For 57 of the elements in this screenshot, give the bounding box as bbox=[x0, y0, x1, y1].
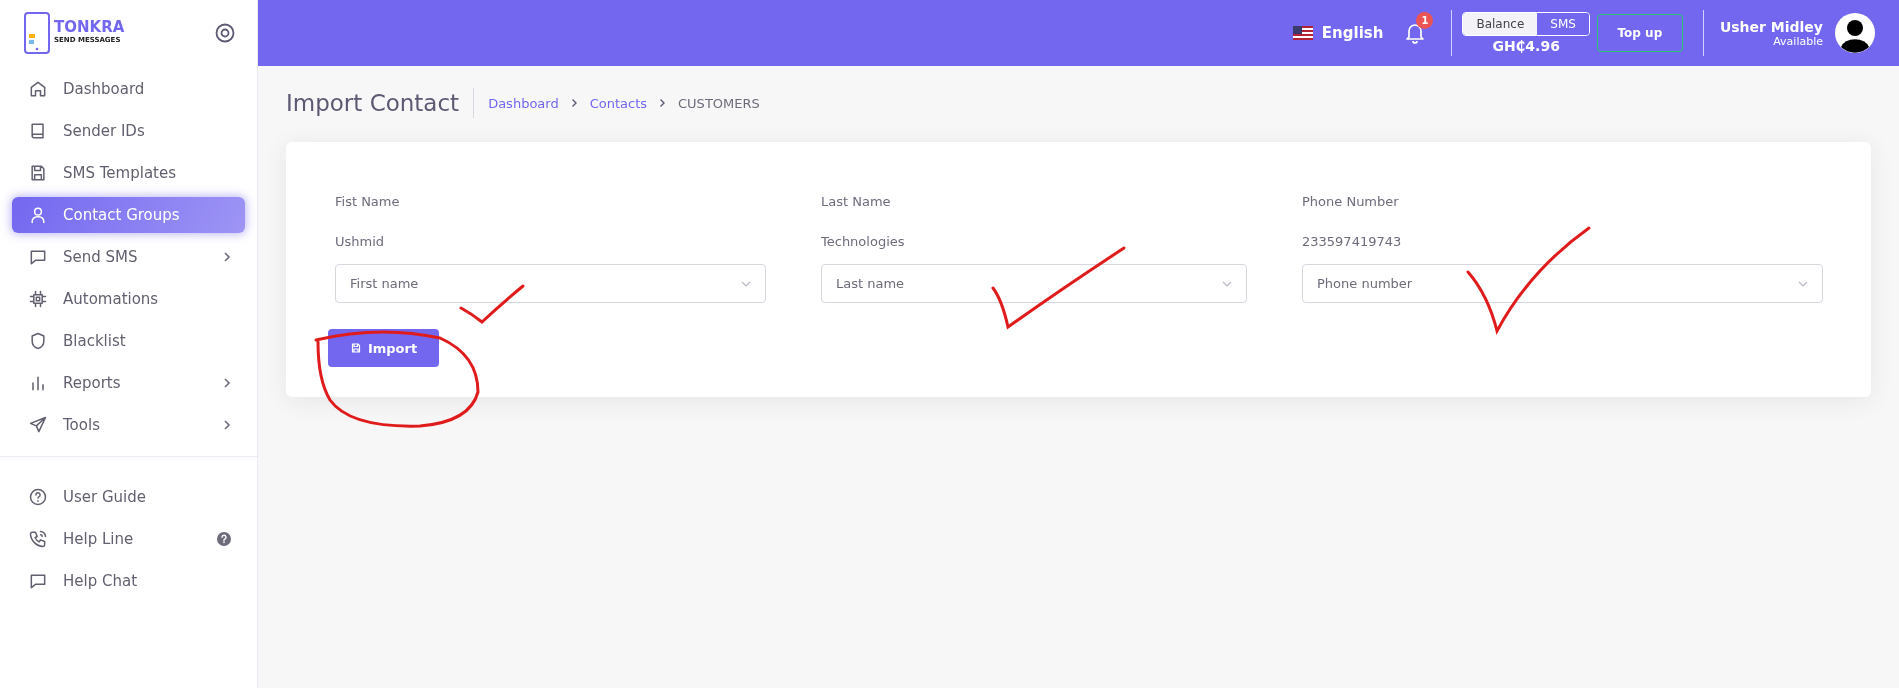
flag-icon bbox=[1292, 26, 1313, 40]
notification-badge: 1 bbox=[1416, 12, 1434, 29]
chevron-right-icon bbox=[223, 419, 231, 431]
sidebar-item[interactable]: SMS Templates bbox=[12, 155, 245, 191]
sidebar-item[interactable]: Automations bbox=[12, 281, 245, 317]
sidebar-item[interactable]: Dashboard bbox=[12, 71, 245, 107]
top-up-button[interactable]: Top up bbox=[1596, 14, 1683, 52]
column-value: Ushmid bbox=[335, 233, 386, 251]
bell-icon[interactable] bbox=[1405, 22, 1426, 44]
home-icon bbox=[28, 79, 48, 99]
sidebar-item[interactable]: Help Line bbox=[12, 521, 245, 557]
check-mark-drawing bbox=[459, 284, 525, 324]
import-button[interactable]: Import bbox=[328, 329, 439, 367]
chevron-down-icon bbox=[741, 280, 751, 287]
column-label: Fist Name bbox=[335, 193, 401, 211]
help-badge-icon bbox=[217, 532, 231, 546]
chevron-right-icon bbox=[570, 98, 578, 108]
user-icon bbox=[28, 205, 48, 225]
balance-tab[interactable]: Balance bbox=[1463, 13, 1538, 35]
page-title: Import Contact bbox=[286, 90, 460, 116]
avatar-icon[interactable] bbox=[1835, 13, 1875, 53]
sidebar-toggle-icon[interactable] bbox=[215, 23, 235, 43]
chip-icon bbox=[28, 289, 48, 309]
speech-bubble-icon bbox=[28, 571, 48, 591]
mapping-select[interactable]: First name bbox=[335, 264, 766, 303]
paper-plane-icon bbox=[28, 415, 48, 435]
sidebar-item[interactable]: Help Chat bbox=[12, 563, 245, 599]
phone-logo-icon bbox=[24, 12, 50, 54]
breadcrumb-item[interactable]: Contacts bbox=[589, 95, 648, 111]
column-value: Technologies bbox=[821, 233, 906, 251]
sidebar-item[interactable]: Blacklist bbox=[12, 323, 245, 359]
breadcrumb-item[interactable]: Dashboard bbox=[488, 95, 559, 111]
brand-name: TONKRA bbox=[54, 18, 125, 36]
column-value: 233597419743 bbox=[1302, 233, 1403, 251]
chevron-down-icon bbox=[1222, 280, 1232, 287]
sidebar-item[interactable]: Sender IDs bbox=[12, 113, 245, 149]
sidebar-item[interactable]: User Guide bbox=[12, 479, 245, 515]
chevron-right-icon bbox=[659, 98, 667, 108]
language-selector[interactable]: English bbox=[1292, 24, 1384, 42]
chevron-right-icon bbox=[223, 377, 231, 389]
speech-bubble-icon bbox=[28, 247, 48, 267]
column-label: Phone Number bbox=[1302, 193, 1400, 211]
chevron-right-icon bbox=[223, 251, 231, 263]
mapping-select[interactable]: Phone number bbox=[1302, 264, 1823, 303]
sidebar-item[interactable]: Contact Groups bbox=[12, 197, 245, 233]
sidebar-item[interactable]: Tools bbox=[12, 407, 245, 443]
chevron-down-icon bbox=[1798, 280, 1808, 287]
user-name: Usher Midley bbox=[1719, 18, 1823, 35]
mapping-select[interactable]: Last name bbox=[821, 264, 1247, 303]
phone-icon bbox=[28, 529, 48, 549]
user-status: Available bbox=[1773, 34, 1823, 48]
sidebar-item[interactable]: Reports bbox=[12, 365, 245, 401]
column-label: Last Name bbox=[821, 193, 892, 211]
shield-icon bbox=[28, 331, 48, 351]
breadcrumb-item[interactable]: CUSTOMERS bbox=[678, 95, 760, 111]
balance-amount: GH₵4.96 bbox=[1492, 38, 1560, 54]
sidebar-item[interactable]: Send SMS bbox=[12, 239, 245, 275]
